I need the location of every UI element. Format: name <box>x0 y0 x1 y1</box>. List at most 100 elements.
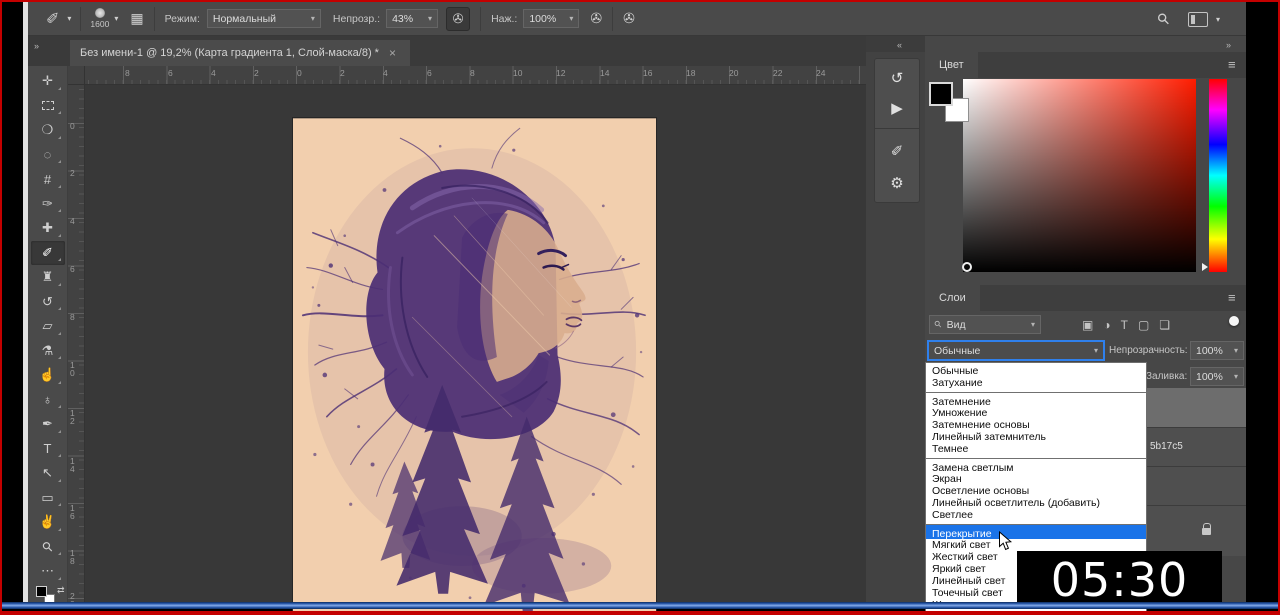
lasso-tool[interactable]: ❍ <box>31 118 65 143</box>
healing-brush-tool[interactable]: ✚ <box>31 216 65 241</box>
toolbar-collapse-icon[interactable]: » <box>34 41 38 51</box>
zoom-tool[interactable]: ⚲ <box>31 535 65 560</box>
rectangular-marquee-tool[interactable] <box>31 94 65 119</box>
dodge-tool[interactable]: ♁ <box>31 388 65 413</box>
desktop-right-strip <box>1246 2 1278 602</box>
ruler-label: 22 <box>771 68 782 78</box>
ruler-label: 4 <box>70 218 75 226</box>
layer-row[interactable]: 5b17c5 <box>1147 427 1246 466</box>
path-selection-tool[interactable]: ↖ <box>31 461 65 486</box>
hue-slider-marker[interactable] <box>1202 263 1208 271</box>
toolbar-ellipsis[interactable]: ⋯ <box>31 559 65 584</box>
divider <box>480 7 481 31</box>
blend-mode-option[interactable]: Экран <box>926 473 1146 485</box>
blend-mode-option[interactable]: Светлее <box>926 509 1146 521</box>
smoothing-icon[interactable]: ✇ <box>623 10 635 27</box>
pressure-opacity-button[interactable]: ✇ <box>446 7 470 31</box>
clone-stamp-tool[interactable]: ♜ <box>31 265 65 290</box>
filter-shape-layers-icon[interactable]: ▢ <box>1138 318 1149 332</box>
history-panel-icon[interactable]: ↺ <box>875 63 919 93</box>
crop-tool[interactable]: # <box>31 167 65 192</box>
airbrush-icon[interactable]: ✇ <box>590 10 602 27</box>
layer-filter-toggle[interactable] <box>1229 316 1239 326</box>
layers-panel-menu-icon[interactable]: ≡ <box>1228 290 1236 305</box>
color-panel-header: Цвет <box>925 52 1246 78</box>
foreground-color-swatch[interactable] <box>929 82 953 106</box>
opacity-select[interactable]: 43%▾ <box>386 9 438 28</box>
foreground-color-chip[interactable] <box>36 586 47 597</box>
brush-preset-picker[interactable]: 1600 <box>90 8 109 29</box>
brush-tool-preview-icon[interactable]: ✐ <box>46 9 59 29</box>
ruler-label: 1 8 <box>70 550 75 565</box>
actions-panel-icon[interactable]: ▶ <box>875 93 919 123</box>
layers-fill-select[interactable]: 100% ▾ <box>1190 367 1244 386</box>
layer-row[interactable] <box>1147 466 1246 505</box>
filter-pixel-layers-icon[interactable]: ▣ <box>1082 318 1093 332</box>
ruler-label: 1 4 <box>70 458 75 473</box>
layers-blend-mode-select[interactable]: Обычные ▾ <box>927 340 1105 361</box>
blend-mode-select[interactable]: Нормальный▾ <box>207 9 321 28</box>
blend-mode-option[interactable]: Темнее <box>926 443 1146 455</box>
tab-layers[interactable]: Слои <box>925 285 980 311</box>
close-icon[interactable]: × <box>389 46 396 60</box>
move-tool[interactable]: ✛ <box>31 69 65 94</box>
ruler-label: 6 <box>166 68 173 78</box>
paint-bucket-tool[interactable]: ⚗ <box>31 339 65 364</box>
panel-expand-icon[interactable]: » <box>1226 40 1230 50</box>
video-progress-bar[interactable] <box>0 602 1280 609</box>
blend-mode-option[interactable]: Мягкий свет <box>926 539 1146 551</box>
type-tool[interactable]: T <box>31 437 65 462</box>
hue-slider[interactable] <box>1209 79 1227 272</box>
document-canvas-artwork[interactable] <box>292 117 657 613</box>
layer-filter-select[interactable]: ⚲ Вид ▾ <box>929 315 1041 334</box>
layers-opacity-select[interactable]: 100% ▾ <box>1190 341 1244 360</box>
brush-settings-panel-icon[interactable]: ⚙ <box>875 168 919 198</box>
brush-settings-toggle-icon[interactable]: ▦ <box>130 10 143 27</box>
document-tab[interactable]: Без имени-1 @ 19,2% (Карта градиента 1, … <box>70 40 410 66</box>
hand-tool[interactable]: ✌ <box>31 510 65 535</box>
blend-mode-option[interactable]: Перекрытие <box>926 524 1146 539</box>
tab-color[interactable]: Цвет <box>925 52 978 78</box>
eraser-tool[interactable]: ▱ <box>31 314 65 339</box>
ruler-vertical: 024681 01 21 41 61 82 0 <box>68 85 85 602</box>
filter-adjustment-layers-icon[interactable]: ◑ <box>1103 318 1110 332</box>
layer-row-selected[interactable] <box>1147 388 1246 427</box>
document-tab-title: Без имени-1 @ 19,2% (Карта градиента 1, … <box>80 47 379 59</box>
layer-row-background[interactable] <box>1147 505 1246 556</box>
layer-name-fragment: 5b17c5 <box>1150 441 1183 452</box>
filter-type-layers-icon[interactable]: T <box>1121 318 1128 332</box>
blend-mode-option[interactable]: Линейный осветлитель (добавить) <box>926 497 1146 509</box>
smudge-tool[interactable]: ☝ <box>31 363 65 388</box>
chevron-down-icon: ▾ <box>1234 372 1238 381</box>
swap-colors-icon[interactable]: ⇄ <box>57 585 65 596</box>
blend-mode-option[interactable]: Затухание <box>926 377 1146 389</box>
brush-tool[interactable]: ✐ <box>31 241 65 266</box>
blend-mode-option[interactable]: Замена светлым <box>926 458 1146 473</box>
ruler-label: 2 <box>338 68 345 78</box>
blend-mode-option[interactable]: Затемнение <box>926 392 1146 407</box>
chevron-down-icon[interactable]: ▾ <box>114 14 118 23</box>
blend-mode-option[interactable]: Умножение <box>926 407 1146 419</box>
workspace-icon[interactable] <box>1188 12 1208 27</box>
color-panel-menu-icon[interactable]: ≡ <box>1228 57 1236 72</box>
blend-mode-option[interactable]: Линейный затемнитель <box>926 431 1146 443</box>
blend-mode-option[interactable]: Затемнение основы <box>926 419 1146 431</box>
history-brush-tool[interactable]: ↺ <box>31 290 65 315</box>
ruler-label: 18 <box>684 68 695 78</box>
filter-smart-objects-icon[interactable]: ❏ <box>1159 318 1170 332</box>
quick-selection-tool[interactable]: ◌ <box>31 143 65 168</box>
brushes-panel-icon[interactable]: ✐ <box>875 128 919 168</box>
blend-mode-option[interactable]: Обычные <box>926 365 1146 377</box>
eyedropper-tool[interactable]: ✑ <box>31 192 65 217</box>
flow-select[interactable]: 100%▾ <box>523 9 579 28</box>
pen-tool[interactable]: ✒ <box>31 412 65 437</box>
chevron-down-icon[interactable]: ▾ <box>1216 15 1220 24</box>
saturation-brightness-field[interactable] <box>963 79 1196 272</box>
rectangle-tool[interactable]: ▭ <box>31 486 65 511</box>
blend-mode-option[interactable]: Осветление основы <box>926 485 1146 497</box>
search-icon[interactable]: ⚲ <box>1153 9 1174 30</box>
dock-collapse-icon[interactable]: « <box>897 40 901 50</box>
color-field-marker[interactable] <box>962 262 972 272</box>
layer-filter-icons: ▣ ◑ T ▢ ❏ <box>1082 318 1170 332</box>
chevron-down-icon[interactable]: ▾ <box>67 14 71 23</box>
